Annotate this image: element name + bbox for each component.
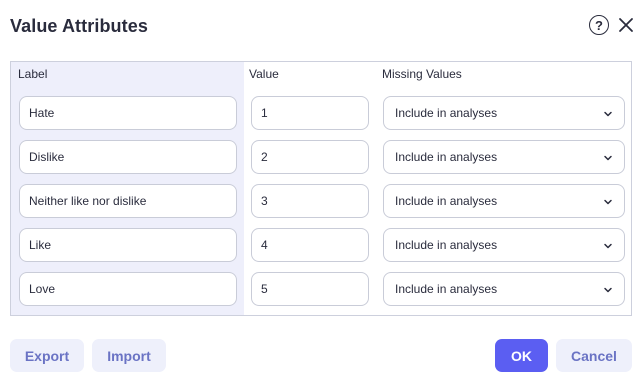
close-icon[interactable] [616,15,636,35]
cancel-button[interactable]: Cancel [556,339,632,372]
missing-values-selected: Include in analyses [395,282,498,296]
label-input[interactable]: Neither like nor dislike [19,184,237,218]
value-input[interactable]: 2 [251,140,369,174]
missing-values-selected: Include in analyses [395,194,498,208]
label-input[interactable]: Dislike [19,140,237,174]
chevron-down-icon [604,199,612,205]
ok-button[interactable]: OK [495,339,548,372]
export-button[interactable]: Export [10,339,84,372]
label-input[interactable]: Hate [19,96,237,130]
label-column-header: Label [18,67,48,81]
missing-values-select[interactable]: Include in analyses [383,184,625,218]
missing-values-selected: Include in analyses [395,106,498,120]
missing-values-select[interactable]: Include in analyses [383,272,625,306]
value-input[interactable]: 5 [251,272,369,306]
chevron-down-icon [604,111,612,117]
missing-values-selected: Include in analyses [395,150,498,164]
label-input[interactable]: Like [19,228,237,262]
value-input[interactable]: 3 [251,184,369,218]
missing-values-selected: Include in analyses [395,238,498,252]
value-attributes-table: Label Value Missing Values Hate 1 Includ… [10,61,632,316]
dialog-title: Value Attributes [10,16,148,36]
value-input[interactable]: 1 [251,96,369,130]
chevron-down-icon [604,155,612,161]
missing-values-column-header: Missing Values [382,67,462,81]
label-input[interactable]: Love [19,272,237,306]
missing-values-select[interactable]: Include in analyses [383,140,625,174]
missing-values-select[interactable]: Include in analyses [383,96,625,130]
import-button[interactable]: Import [92,339,166,372]
value-input[interactable]: 4 [251,228,369,262]
value-column-header: Value [249,67,279,81]
chevron-down-icon [604,287,612,293]
missing-values-select[interactable]: Include in analyses [383,228,625,262]
help-icon[interactable]: ? [589,15,609,35]
chevron-down-icon [604,243,612,249]
